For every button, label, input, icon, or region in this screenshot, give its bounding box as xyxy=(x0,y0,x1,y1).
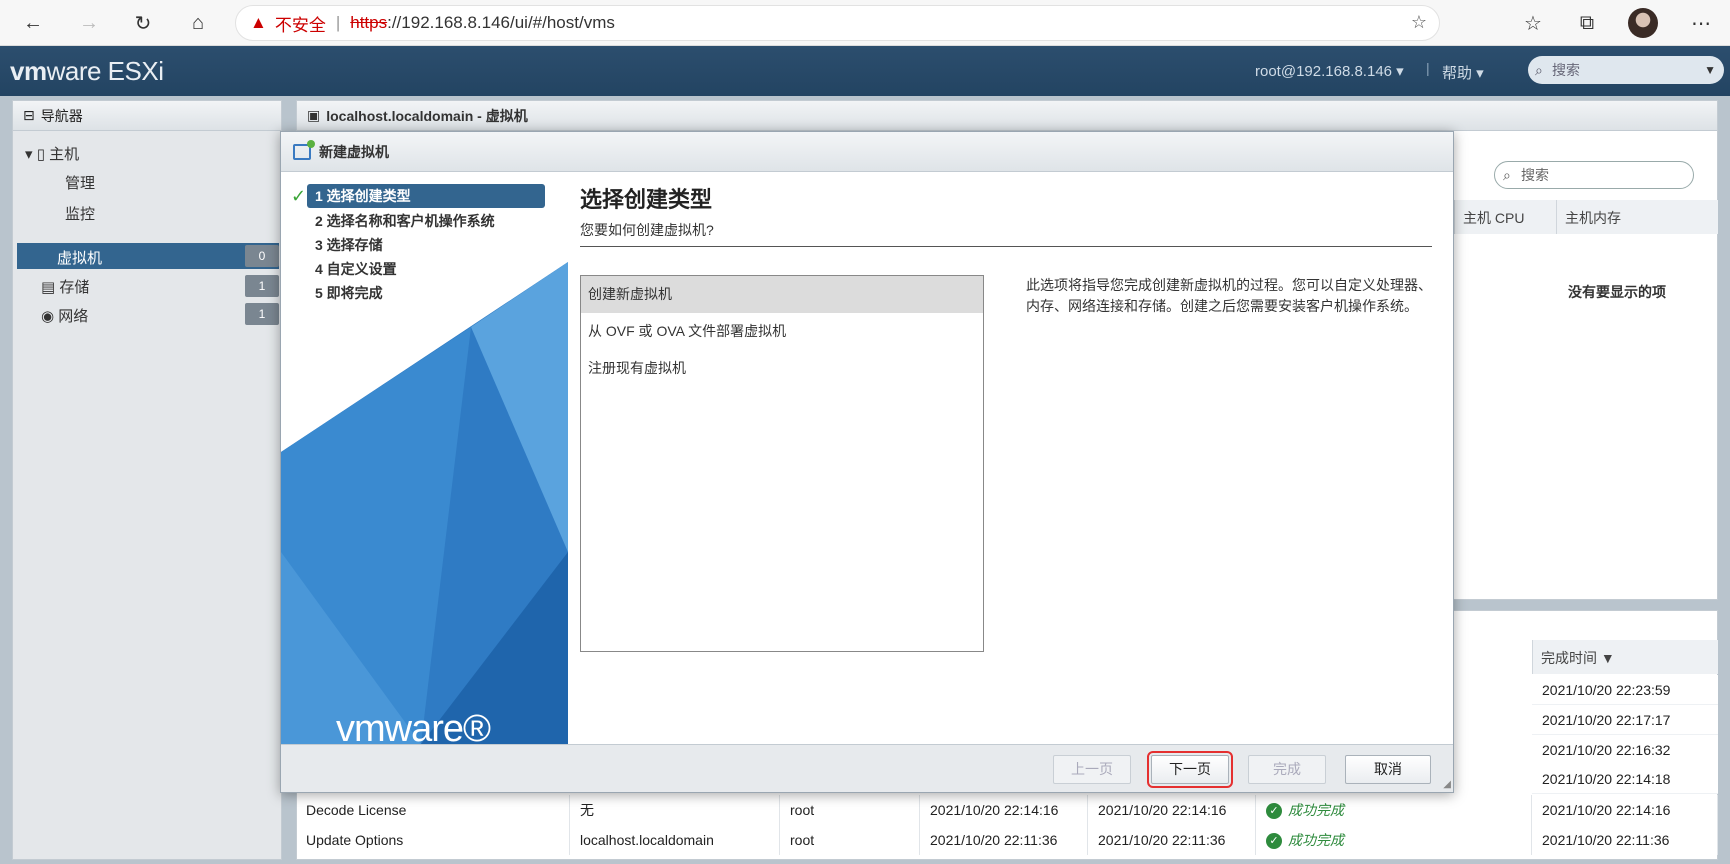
address-bar[interactable]: ▲ 不安全 | https ://192.168.8.146/ui/#/host… xyxy=(235,5,1440,41)
app-header: vmware ESXi root@192.168.8.146 ▾ | 帮助 ▾ … xyxy=(0,46,1730,96)
wizard-steps-panel: ✓ 1 选择创建类型 2 选择名称和客户机操作系统 3 选择存储 4 自定义设置… xyxy=(281,172,568,744)
nav-vms[interactable]: 虚拟机 xyxy=(17,243,279,269)
vmware-logo: vmware® xyxy=(336,708,491,744)
add-favorite-icon[interactable]: ☆ xyxy=(1411,12,1427,33)
address-separator: | xyxy=(335,13,341,32)
nav-monitor[interactable]: 监控 xyxy=(65,203,95,224)
url-path: ://192.168.8.146/ui/#/host/vms xyxy=(387,13,615,32)
column-host-memory[interactable]: 主机内存 xyxy=(1556,200,1718,234)
option-deploy-ovf[interactable]: 从 OVF 或 OVA 文件部署虚拟机 xyxy=(581,313,983,350)
search-icon: ⌕ xyxy=(1535,62,1543,78)
browser-toolbar: ← → ↻ ⌂ ▲ 不安全 | https ://192.168.8.146/u… xyxy=(0,0,1730,46)
new-vm-dialog: 新建虚拟机 ✓ 1 选择创建类型 2 选择名称和客户机操作系统 3 选择存储 4… xyxy=(280,131,1454,793)
table-row[interactable]: Update Options localhost.localdomain roo… xyxy=(296,825,1718,855)
nav-storage[interactable]: ▤ 存储 xyxy=(41,276,89,297)
task-started: 2021/10/20 22:11:36 xyxy=(1088,825,1256,855)
wizard-step-3[interactable]: 3 选择存储 xyxy=(315,233,383,257)
collections-icon[interactable]: ⧉ xyxy=(1572,8,1602,38)
prev-button[interactable]: 上一页 xyxy=(1053,755,1131,784)
task-result: ✓ 成功完成 xyxy=(1256,825,1532,855)
task-started: 2021/10/20 22:14:16 xyxy=(1088,795,1256,825)
task-queued: 2021/10/20 22:11:36 xyxy=(920,825,1088,855)
page-title: localhost.localdomain - 虚拟机 xyxy=(326,107,528,124)
task-initiator: root xyxy=(780,795,920,825)
vmware-logo: vmware ESXi xyxy=(10,56,164,86)
avatar[interactable] xyxy=(1628,8,1658,38)
empty-note: 没有要显示的项 xyxy=(1568,284,1666,300)
wizard-content: 选择创建类型 您要如何创建虚拟机? 创建新虚拟机 从 OVF 或 OVA 文件部… xyxy=(568,172,1453,744)
wizard-step-2[interactable]: 2 选择名称和客户机操作系统 xyxy=(315,209,495,233)
success-icon: ✓ xyxy=(1266,833,1282,850)
network-count-badge: 1 xyxy=(245,303,279,325)
wizard-step-4[interactable]: 4 自定义设置 xyxy=(315,257,397,281)
security-status[interactable]: 不安全 xyxy=(275,11,326,36)
completed-time-cell: 2021/10/20 22:14:18 xyxy=(1532,764,1718,794)
resize-handle-icon[interactable]: ◢ xyxy=(1443,779,1451,790)
task-initiator: root xyxy=(780,825,920,855)
help-menu[interactable]: 帮助 ▾ xyxy=(1442,62,1484,83)
wizard-subheading: 您要如何创建虚拟机? xyxy=(580,222,714,238)
wizard-step-1[interactable]: 1 选择创建类型 xyxy=(307,184,545,208)
nav-host[interactable]: ▾ ▯ 主机 xyxy=(25,143,79,164)
creation-type-list[interactable]: 创建新虚拟机 从 OVF 或 OVA 文件部署虚拟机 注册现有虚拟机 xyxy=(580,275,984,652)
favorites-icon[interactable]: ☆ xyxy=(1518,8,1548,38)
completed-time-cell: 2021/10/20 22:17:17 xyxy=(1532,705,1718,735)
column-host-cpu[interactable]: 主机 CPU xyxy=(1454,200,1556,234)
table-row[interactable]: Decode License 无 root 2021/10/20 22:14:1… xyxy=(296,795,1718,825)
navigator-panel: ⊟ 导航器 ▾ ▯ 主机 管理 监控 虚拟机 0 ▤ 存储 1 ◉ 网络 1 xyxy=(12,100,282,860)
completed-time-cell: 2021/10/20 22:23:59 xyxy=(1532,675,1718,705)
forward-icon[interactable]: → xyxy=(74,8,104,38)
task-target: 无 xyxy=(570,795,780,825)
navigator-icon: ⊟ xyxy=(23,107,35,123)
vm-search-input[interactable]: ⌕ 搜索 xyxy=(1494,161,1694,189)
dialog-title-bar[interactable]: 新建虚拟机 xyxy=(281,132,1453,172)
main-header: ▣ localhost.localdomain - 虚拟机 xyxy=(297,101,1717,131)
task-name: Decode License xyxy=(296,795,570,825)
success-icon: ✓ xyxy=(1266,803,1282,820)
cancel-button[interactable]: 取消 xyxy=(1345,755,1431,784)
nav-network[interactable]: ◉ 网络 xyxy=(41,305,88,326)
wizard-step-5[interactable]: 5 即将完成 xyxy=(315,281,383,305)
search-icon: ⌕ xyxy=(1503,167,1511,183)
check-icon: ✓ xyxy=(291,186,307,206)
home-icon[interactable]: ⌂ xyxy=(183,8,213,38)
task-queued: 2021/10/20 22:14:16 xyxy=(920,795,1088,825)
nav-manage[interactable]: 管理 xyxy=(65,172,95,193)
global-search-input[interactable]: ⌕ 搜索 ▼ xyxy=(1528,56,1724,84)
task-completed: 2021/10/20 22:14:16 xyxy=(1532,795,1718,825)
user-menu[interactable]: root@192.168.8.146 ▾ xyxy=(1255,62,1404,80)
storage-count-badge: 1 xyxy=(245,275,279,297)
dialog-title: 新建虚拟机 xyxy=(319,143,389,160)
dialog-footer: 上一页 下一页 完成 取消 ◢ xyxy=(281,744,1453,792)
vms-count-badge: 0 xyxy=(245,245,279,267)
task-completed: 2021/10/20 22:11:36 xyxy=(1532,825,1718,855)
refresh-icon[interactable]: ↻ xyxy=(128,8,158,38)
option-description: 此选项将指导您完成创建新虚拟机的过程。您可以自定义处理器、内存、网络连接和存储。… xyxy=(1026,277,1432,314)
warning-icon: ▲ xyxy=(250,13,267,32)
next-button[interactable]: 下一页 xyxy=(1147,751,1233,788)
chevron-down-icon[interactable]: ▼ xyxy=(1704,56,1716,84)
column-completed-time[interactable]: 完成时间 ▼ xyxy=(1532,640,1718,674)
task-target: localhost.localdomain xyxy=(570,825,780,855)
more-icon[interactable]: ⋯ xyxy=(1686,8,1716,38)
completed-time-cell: 2021/10/20 22:16:32 xyxy=(1532,735,1718,765)
vm-list-icon: ▣ xyxy=(307,107,321,123)
finish-button[interactable]: 完成 xyxy=(1248,755,1326,784)
option-register-vm[interactable]: 注册现有虚拟机 xyxy=(581,350,983,387)
divider xyxy=(580,246,1432,247)
url-scheme: https xyxy=(350,13,388,32)
back-icon[interactable]: ← xyxy=(18,8,48,38)
task-result: ✓ 成功完成 xyxy=(1256,795,1532,825)
new-vm-icon xyxy=(293,139,315,160)
wizard-heading: 选择创建类型 xyxy=(580,187,713,212)
option-create-new-vm[interactable]: 创建新虚拟机 xyxy=(581,276,983,313)
navigator-header: ⊟ 导航器 xyxy=(13,101,281,131)
task-name: Update Options xyxy=(296,825,570,855)
header-separator: | xyxy=(1426,60,1430,76)
